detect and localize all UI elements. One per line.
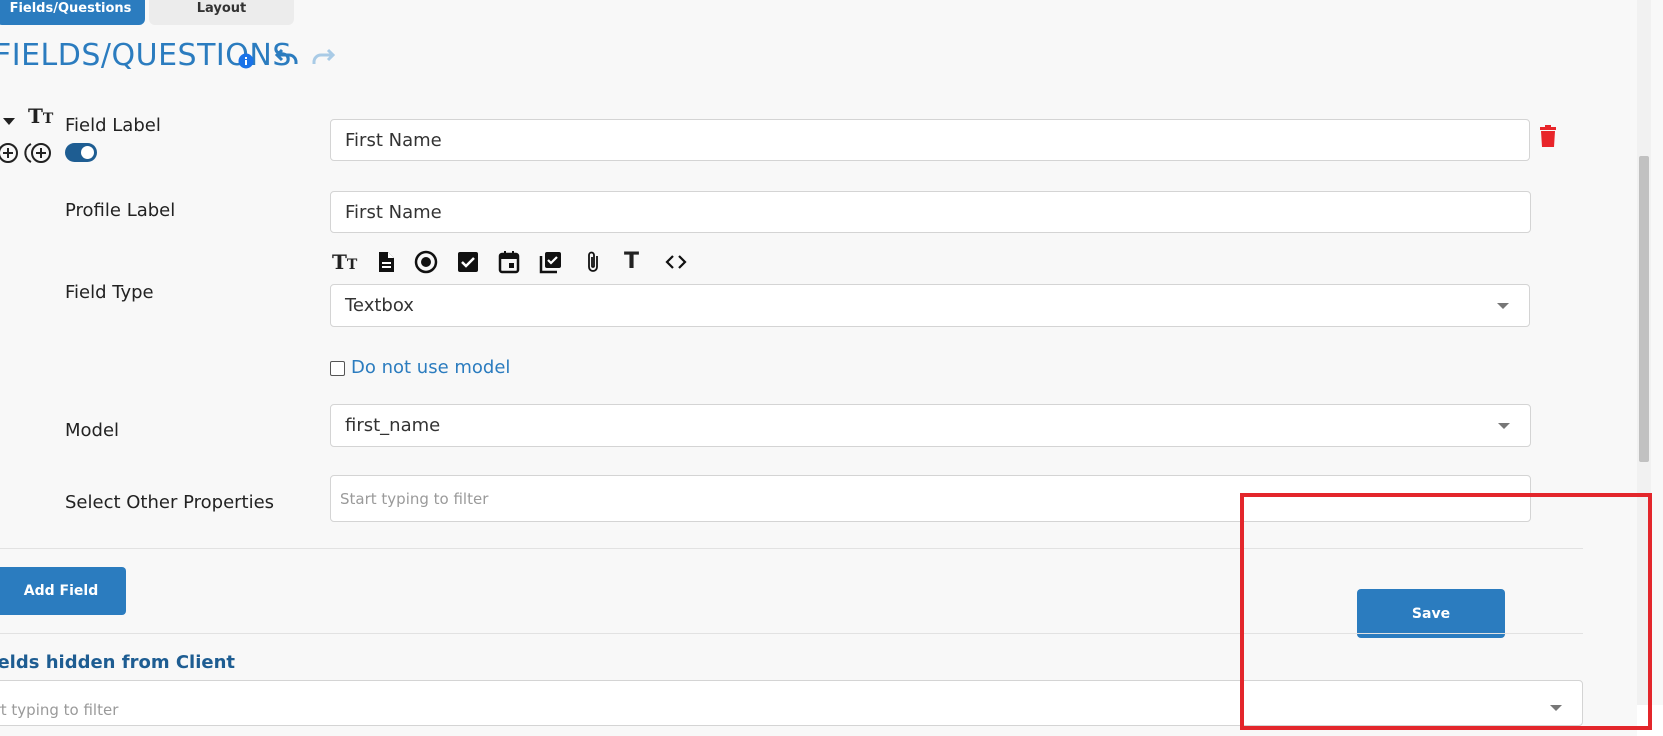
checklist-icon[interactable] [539, 250, 563, 274]
do-not-use-model-checkbox[interactable] [330, 361, 345, 376]
model-label: Model [65, 420, 120, 441]
do-not-use-model-label[interactable]: Do not use model [351, 357, 510, 378]
text-icon[interactable]: T [624, 250, 648, 274]
toggle-knob [81, 146, 94, 159]
attachment-icon[interactable] [581, 250, 605, 274]
code-icon[interactable] [664, 250, 688, 274]
input-value: First Name [345, 129, 442, 151]
chevron-down-icon[interactable] [3, 118, 15, 126]
input-placeholder: Start typing to filter [340, 489, 489, 508]
checkbox-icon[interactable] [456, 250, 480, 274]
text-size-icon: TT [28, 104, 54, 128]
add-field-button[interactable]: Add Field [0, 567, 126, 615]
highlight-box [1240, 493, 1652, 730]
other-properties-label: Select Other Properties [65, 492, 275, 513]
visibility-toggle[interactable] [65, 143, 97, 162]
button-label: Add Field [23, 583, 99, 599]
select-value: Textbox [345, 295, 414, 316]
calendar-icon[interactable] [497, 250, 521, 274]
profile-label-input[interactable]: First Name [330, 191, 1531, 233]
chevron-down-icon [1498, 422, 1510, 429]
tab-label: Layout [196, 1, 247, 16]
input-value: First Name [345, 201, 442, 223]
field-type-select[interactable]: Textbox [330, 284, 1530, 327]
model-select[interactable]: first_name [330, 404, 1531, 447]
delete-icon[interactable] [1539, 125, 1557, 147]
field-label-label: Field Label [65, 115, 161, 136]
document-icon[interactable] [374, 250, 398, 274]
undo-icon[interactable] [274, 46, 300, 68]
add-nested-icon[interactable] [24, 142, 54, 164]
select-value: first_name [345, 415, 441, 436]
tab-fields-questions[interactable]: Fields/Questions [0, 0, 145, 25]
info-icon[interactable] [238, 53, 254, 69]
text-size-icon[interactable]: TT [332, 250, 357, 274]
scrollbar-thumb[interactable] [1639, 156, 1649, 462]
tab-layout[interactable]: Layout [149, 0, 294, 25]
field-label-input[interactable]: First Name [330, 119, 1530, 161]
input-placeholder: Start typing to filter [0, 701, 119, 719]
add-circle-icon[interactable] [0, 142, 20, 164]
tab-label: Fields/Questions [9, 1, 132, 16]
hidden-fields-title: Fields hidden from Client [0, 652, 236, 673]
profile-label-label: Profile Label [65, 200, 176, 221]
radio-icon[interactable] [414, 250, 438, 274]
redo-icon[interactable] [310, 46, 336, 68]
field-type-label: Field Type [65, 282, 154, 303]
chevron-down-icon [1497, 302, 1509, 309]
